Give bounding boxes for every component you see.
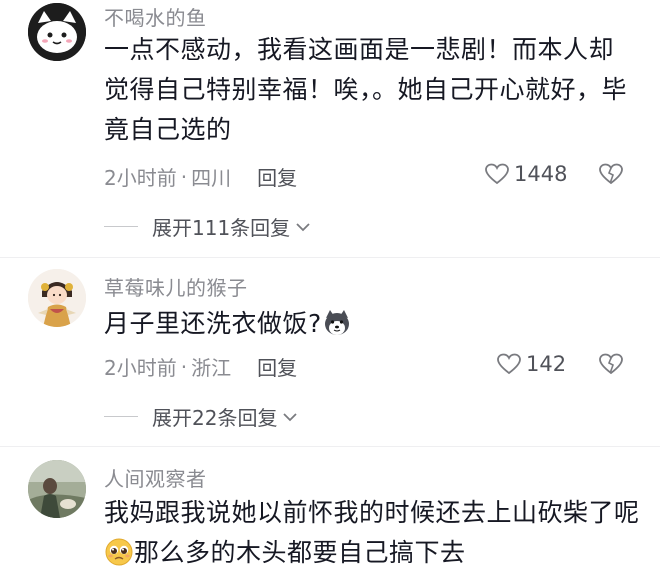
avatar[interactable]: [28, 269, 86, 327]
husky-emoji-icon: [322, 308, 352, 350]
broken-heart-icon: [599, 163, 623, 185]
comment-text: 月子里还洗衣做饭?: [104, 304, 634, 350]
comment-item: 不喝水的鱼 一点不感动，我看这画面是一悲剧！而本人却觉得自己特别幸福！唉，。她自…: [0, 0, 660, 255]
girl-avatar-icon: [28, 269, 86, 327]
avatar[interactable]: [28, 3, 86, 61]
heart-outline-icon: [485, 163, 509, 185]
dislike-button[interactable]: [598, 352, 624, 380]
expand-replies-button[interactable]: 展开111条回复: [104, 212, 312, 241]
comment-time: 2小时前: [104, 166, 177, 190]
meta-separator: ·: [180, 354, 188, 379]
reply-button[interactable]: 回复: [257, 162, 297, 191]
comment-meta: 2小时前 · 浙江 回复: [104, 352, 297, 381]
comment-text-line-2-body: 那么多的木头都要自己搞下去: [134, 538, 466, 567]
comment-time: 2小时前: [104, 356, 177, 380]
comment-text-body: 月子里还洗衣做饭?: [104, 309, 322, 338]
broken-heart-icon: [599, 353, 623, 375]
expand-dash: [104, 416, 138, 417]
like-count: 1448: [514, 162, 568, 186]
username[interactable]: 不喝水的鱼: [104, 2, 207, 31]
username[interactable]: 人间观察者: [104, 463, 207, 492]
comment-item: 草莓味儿的猴子 月子里还洗衣做饭? 2小时前 · 浙江 回复 142 展开22条…: [0, 258, 660, 446]
expand-replies-button[interactable]: 展开22条回复: [104, 402, 299, 431]
like-button[interactable]: 142: [496, 352, 566, 376]
expand-replies-label: 展开111条回复: [152, 216, 291, 240]
meta-separator: ·: [180, 164, 188, 189]
cat-avatar-icon: [28, 3, 86, 61]
heart-outline-icon: [497, 353, 521, 375]
chevron-down-icon: [296, 222, 310, 231]
comment-text: 一点不感动，我看这画面是一悲剧！而本人却觉得自己特别幸福！唉，。她自己开心就好，…: [104, 35, 628, 144]
like-button[interactable]: 1448: [484, 162, 567, 186]
comment-location: 浙江: [191, 356, 232, 380]
reply-button[interactable]: 回复: [257, 352, 297, 381]
comment-text-line-2: 那么多的木头都要自己搞下去: [104, 533, 644, 579]
pleading-emoji-icon: [104, 537, 134, 579]
comment-text: 我妈跟我说她以前怀我的时候还去上山砍柴了呢 那么多的木头都要自己搞下去: [104, 493, 644, 579]
avatar[interactable]: [28, 460, 86, 518]
comment-item: 人间观察者 我妈跟我说她以前怀我的时候还去上山砍柴了呢 那么多的木头都要自己搞下…: [0, 447, 660, 583]
comment-text-line: 我妈跟我说她以前怀我的时候还去上山砍柴了呢: [104, 498, 640, 527]
comment-meta: 2小时前 · 四川 回复: [104, 162, 297, 191]
chevron-down-icon: [283, 412, 298, 421]
like-count: 142: [526, 352, 567, 376]
comment-location: 四川: [191, 166, 232, 190]
photo-avatar-icon: [28, 460, 86, 518]
expand-dash: [104, 226, 138, 227]
dislike-button[interactable]: [598, 162, 624, 190]
username[interactable]: 草莓味儿的猴子: [104, 272, 248, 301]
expand-replies-label: 展开22条回复: [152, 406, 278, 430]
